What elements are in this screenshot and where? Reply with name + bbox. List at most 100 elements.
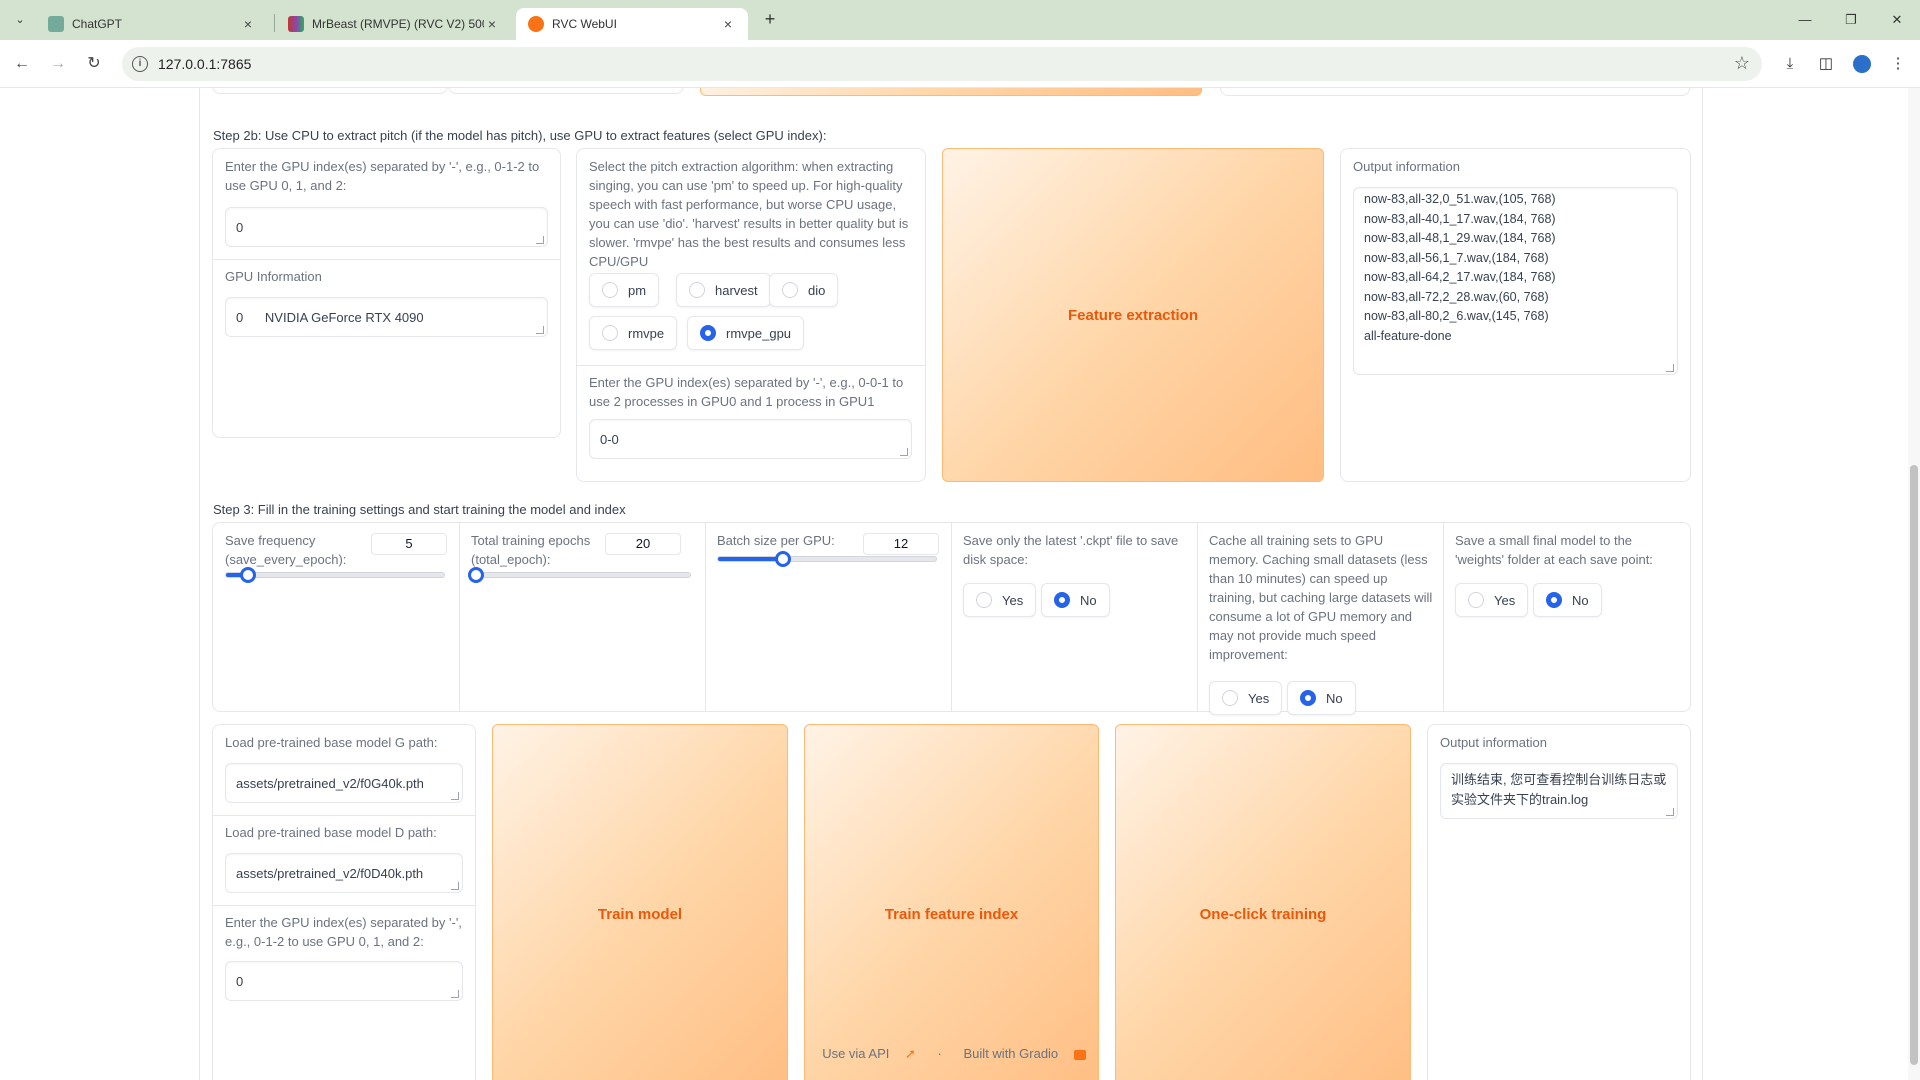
latest-ckpt-label: Save only the latest '.ckpt' file to sav… — [963, 533, 1179, 567]
train-feature-index-button[interactable]: Train feature index — [804, 724, 1099, 1080]
restore-icon[interactable]: ❐ — [1836, 8, 1866, 32]
d-path-label: Load pre-trained base model D path: — [225, 825, 437, 840]
slider-handle[interactable] — [775, 551, 792, 567]
address-bar: ← → ↻ i 127.0.0.1:7865 ☆ ⤓ ◫ ⋮ — [0, 40, 1920, 88]
d-path-input[interactable]: assets/pretrained_v2/f0D40k.pth — [225, 853, 463, 893]
divider — [1443, 523, 1444, 711]
training-settings-panel: Save frequency (save_every_epoch): 5 Tot… — [212, 522, 1691, 715]
feature-output-textbox[interactable]: now-83,all-32,0_51.wav,(105, 768) now-83… — [1353, 187, 1678, 375]
use-via-api-link[interactable]: Use via API ➚ — [816, 1046, 922, 1061]
radio-selected-icon — [1054, 592, 1070, 608]
slider-handle[interactable] — [468, 567, 485, 583]
close-tab-icon[interactable]: × — [720, 16, 736, 32]
page-viewport: Step 2b: Use CPU to extract pitch (if th… — [0, 88, 1920, 1080]
small-model-no[interactable]: No — [1533, 583, 1602, 617]
gpu-info-label: GPU Information — [225, 269, 322, 284]
cache-gpu-no[interactable]: No — [1287, 681, 1356, 715]
batch-size-slider[interactable] — [717, 551, 937, 567]
output-info-label: Output information — [1440, 735, 1547, 750]
pitch-option-pm[interactable]: pm — [589, 273, 660, 307]
train-gpu-index-input[interactable]: 0 — [225, 961, 463, 1001]
step2b-gpu-panel: Enter the GPU index(es) separated by '-'… — [212, 148, 561, 438]
tab-bar: ⌄ ChatGPT × MrBeast (RMVPE) (RVC V2) 500… — [0, 0, 1920, 40]
model-favicon-icon — [288, 16, 304, 32]
divider — [1197, 523, 1198, 711]
save-frequency-slider[interactable] — [225, 567, 445, 583]
total-epochs-label: Total training epochs (total_epoch): — [471, 533, 591, 567]
radio-icon — [1222, 690, 1238, 706]
batch-size-number[interactable]: 12 — [863, 533, 939, 555]
training-output-textbox[interactable]: 训练结束, 您可查看控制台训练日志或实验文件夹下的train.log — [1440, 763, 1678, 819]
profile-avatar-icon[interactable] — [1850, 52, 1874, 76]
radio-icon — [602, 282, 618, 298]
cache-gpu-yes[interactable]: Yes — [1209, 681, 1283, 715]
gpu-info-field[interactable]: 0 NVIDIA GeForce RTX 4090 — [225, 297, 548, 337]
gpu-process-label: Enter the GPU index(es) separated by '-'… — [589, 375, 904, 409]
new-tab-button[interactable]: + — [758, 8, 782, 32]
download-icon[interactable]: ⤓ — [1778, 52, 1802, 76]
divider — [459, 523, 460, 711]
gpu-process-input[interactable]: 0-0 — [589, 419, 912, 459]
latest-ckpt-no[interactable]: No — [1041, 583, 1110, 617]
pitch-option-harvest[interactable]: harvest — [676, 273, 771, 307]
bookmark-star-icon[interactable]: ☆ — [1734, 53, 1750, 74]
batch-size-label: Batch size per GPU: — [717, 533, 835, 548]
site-info-icon[interactable]: i — [132, 56, 148, 72]
footer-separator: · — [937, 1046, 942, 1061]
footer: Use via API ➚ · Built with Gradio — [0, 1046, 1908, 1062]
step3-title: Step 3: Fill in the training settings an… — [213, 502, 626, 517]
radio-icon — [689, 282, 705, 298]
forward-icon[interactable]: → — [46, 52, 70, 76]
pitch-option-rmvpe-gpu[interactable]: rmvpe_gpu — [687, 316, 805, 350]
radio-icon — [602, 325, 618, 341]
output-lines: now-83,all-32,0_51.wav,(105, 768) now-83… — [1364, 192, 1556, 343]
tab-search-icon[interactable]: ⌄ — [10, 10, 30, 30]
total-epochs-number[interactable]: 20 — [605, 533, 681, 555]
close-tab-icon[interactable]: × — [240, 16, 256, 32]
tab-chatgpt[interactable]: ChatGPT × — [36, 8, 268, 40]
radio-icon — [782, 282, 798, 298]
previous-orange-button[interactable] — [700, 88, 1202, 96]
slider-fill — [718, 557, 784, 561]
previous-output-panel — [1220, 88, 1690, 96]
url-text[interactable]: 127.0.0.1:7865 — [158, 56, 251, 72]
train-gpu-index-label: Enter the GPU index(es) separated by '-'… — [225, 915, 462, 949]
total-epochs-slider[interactable] — [468, 567, 691, 583]
omnibox[interactable]: i 127.0.0.1:7865 ☆ — [122, 47, 1762, 81]
training-output-panel: Output information 训练结束, 您可查看控制台训练日志或实验文… — [1427, 724, 1691, 1080]
minimize-icon[interactable]: — — [1790, 8, 1820, 32]
radio-selected-icon — [700, 325, 716, 341]
tab-rvc-webui[interactable]: RVC WebUI × — [516, 8, 748, 40]
side-panel-icon[interactable]: ◫ — [1814, 52, 1838, 76]
pitch-algorithm-panel: Select the pitch extraction algorithm: w… — [576, 148, 926, 482]
pitch-option-dio[interactable]: dio — [769, 273, 839, 307]
train-model-button[interactable]: Train model — [492, 724, 788, 1080]
g-path-label: Load pre-trained base model G path: — [225, 735, 438, 750]
back-icon[interactable]: ← — [10, 52, 34, 76]
radio-icon — [976, 592, 992, 608]
tab-mrbeast[interactable]: MrBeast (RMVPE) (RVC V2) 500 × — [276, 8, 512, 40]
slider-handle[interactable] — [239, 567, 256, 583]
gradio-favicon-icon — [528, 16, 544, 32]
close-tab-icon[interactable]: × — [484, 16, 500, 32]
step2b-output-panel: Output information now-83,all-32,0_51.wa… — [1340, 148, 1691, 482]
cache-gpu-label: Cache all training sets to GPU memory. C… — [1209, 533, 1433, 662]
reload-icon[interactable]: ↻ — [82, 52, 106, 76]
save-frequency-number[interactable]: 5 — [371, 533, 447, 555]
radio-icon — [1468, 592, 1484, 608]
feature-extraction-button[interactable]: Feature extraction — [942, 148, 1324, 482]
pitch-option-rmvpe[interactable]: rmvpe — [589, 316, 678, 350]
small-model-yes[interactable]: Yes — [1455, 583, 1529, 617]
browser-menu-icon[interactable]: ⋮ — [1886, 52, 1910, 76]
divider — [213, 815, 475, 816]
gpu-index-input[interactable]: 0 — [225, 207, 548, 247]
built-with-gradio-link[interactable]: Built with Gradio — [958, 1046, 1092, 1061]
radio-selected-icon — [1300, 690, 1316, 706]
divider — [705, 523, 706, 711]
one-click-training-button[interactable]: One-click training — [1115, 724, 1411, 1080]
scrollbar-thumb[interactable] — [1910, 465, 1918, 1065]
close-window-icon[interactable]: ✕ — [1882, 8, 1912, 32]
g-path-input[interactable]: assets/pretrained_v2/f0G40k.pth — [225, 763, 463, 803]
latest-ckpt-yes[interactable]: Yes — [963, 583, 1037, 617]
page-scrollbar[interactable] — [1908, 88, 1920, 1080]
